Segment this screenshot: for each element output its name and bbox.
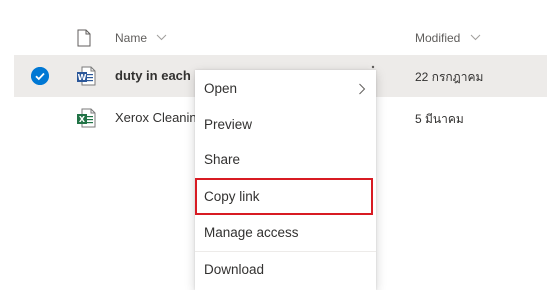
chevron-down-icon — [470, 34, 481, 41]
svg-text:X: X — [79, 115, 86, 124]
menu-item-label: Open — [204, 81, 238, 96]
chevron-down-icon — [157, 34, 167, 41]
menu-item-share[interactable]: Share — [195, 142, 376, 178]
modified-column-header[interactable]: Modified — [415, 31, 481, 45]
name-column-label: Name — [115, 31, 148, 45]
menu-item-label: Download — [204, 262, 265, 277]
modified-date: 22 กรกฎาคม — [415, 70, 484, 84]
file-icon — [77, 29, 91, 47]
chevron-right-icon — [359, 83, 366, 95]
modified-column-label: Modified — [415, 31, 461, 45]
menu-item-manage-access[interactable]: Manage access — [195, 215, 376, 251]
checkmark-icon[interactable] — [31, 67, 49, 85]
modified-date: 5 มีนาคม — [415, 112, 464, 126]
file-name[interactable]: duty in each — [115, 68, 191, 83]
list-header: Name Modified — [0, 20, 547, 56]
menu-item-label: Copy link — [204, 189, 260, 204]
menu-item-copy-link[interactable]: Copy link — [195, 178, 373, 215]
menu-item-preview[interactable]: Preview — [195, 107, 376, 143]
menu-item-download[interactable]: Download — [195, 252, 376, 288]
name-column-header[interactable]: Name — [115, 31, 167, 45]
file-name[interactable]: Xerox Cleanin — [115, 110, 197, 125]
word-file-icon: W — [77, 66, 96, 86]
context-menu: Open Preview Share Copy link Manage acce… — [195, 70, 376, 290]
svg-text:W: W — [78, 73, 87, 82]
menu-item-label: Share — [204, 152, 241, 167]
excel-file-icon: X — [77, 108, 96, 128]
menu-item-open[interactable]: Open — [195, 71, 376, 107]
menu-item-label: Manage access — [204, 225, 299, 240]
menu-item-label: Preview — [204, 117, 253, 132]
